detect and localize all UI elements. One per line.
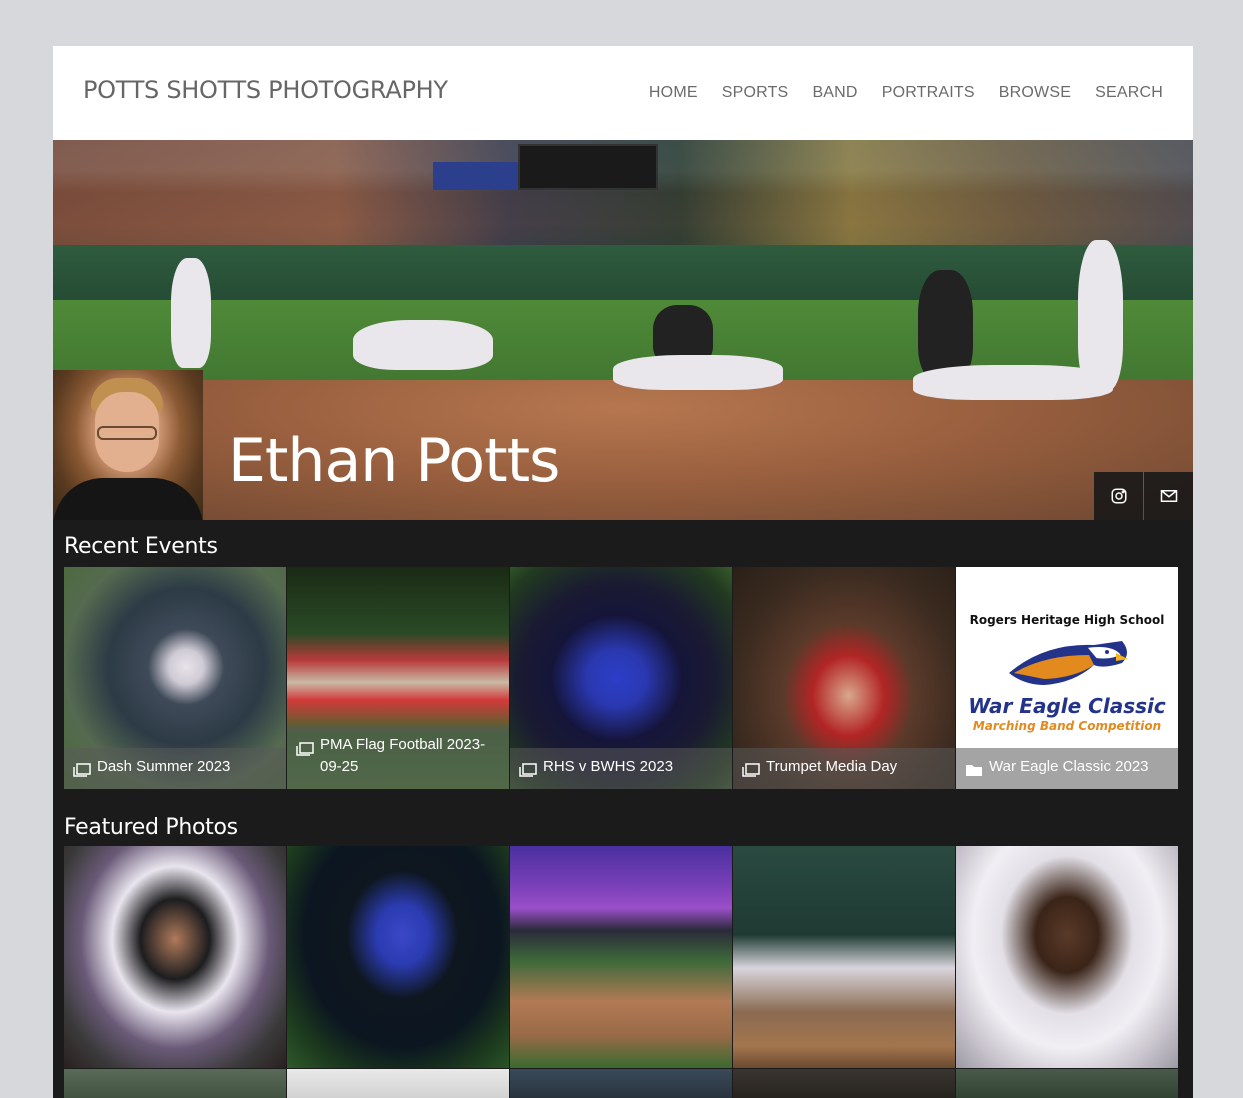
cover-infield-dirt <box>53 380 1193 520</box>
logo-event-subtitle: Marching Band Competition <box>972 719 1162 733</box>
eagle-logo <box>1009 641 1128 685</box>
site-logo[interactable]: POTTS SHOTTS PHOTOGRAPHY <box>83 76 448 104</box>
featured-photo[interactable] <box>64 846 286 1068</box>
cover-player <box>1078 240 1123 390</box>
event-title: Dash Summer 2023 <box>97 758 231 775</box>
featured-photo[interactable] <box>733 1069 955 1098</box>
featured-photo[interactable] <box>64 1069 286 1098</box>
recent-events-grid: Dash Summer 2023 PMA Flag Football 2023-… <box>64 567 1178 789</box>
event-caption: Trumpet Media Day <box>733 748 955 789</box>
event-tile[interactable]: Trumpet Media Day <box>733 567 955 789</box>
email-icon <box>1160 490 1177 502</box>
profile-name: Ethan Potts <box>228 426 560 496</box>
folder-icon <box>966 765 982 776</box>
event-title: War Eagle Classic 2023 <box>989 758 1149 775</box>
cover-scoreboard <box>518 144 658 190</box>
featured-photo[interactable] <box>510 846 732 1068</box>
gallery-icon <box>73 763 91 777</box>
email-button[interactable] <box>1144 472 1193 520</box>
cover-player <box>171 258 211 368</box>
cover-player <box>613 355 783 390</box>
cover-outfield-wall <box>53 245 1193 305</box>
featured-photo[interactable] <box>287 1069 509 1098</box>
featured-photos-heading: Featured Photos <box>64 815 238 840</box>
cover-photo <box>53 140 1193 520</box>
social-links <box>1093 472 1193 520</box>
featured-photo[interactable] <box>956 1069 1178 1098</box>
featured-photo[interactable] <box>956 846 1178 1068</box>
nav-sports[interactable]: SPORTS <box>722 84 789 102</box>
main-nav: HOME SPORTS BAND PORTRAITS BROWSE SEARCH <box>649 84 1163 102</box>
recent-events-heading: Recent Events <box>64 534 218 559</box>
event-caption: RHS v BWHS 2023 <box>510 748 732 789</box>
nav-band[interactable]: BAND <box>812 84 857 102</box>
event-caption: PMA Flag Football 2023-09-25 <box>287 726 509 789</box>
logo-school-name: Rogers Heritage High School <box>969 613 1165 627</box>
featured-photos-grid <box>64 846 1178 1068</box>
event-title: PMA Flag Football 2023-09-25 <box>320 736 486 775</box>
site-container: POTTS SHOTTS PHOTOGRAPHY HOME SPORTS BAN… <box>53 46 1193 1098</box>
nav-portraits[interactable]: PORTRAITS <box>882 84 975 102</box>
gallery-icon <box>742 763 760 777</box>
profile-avatar[interactable] <box>53 370 203 520</box>
instagram-button[interactable] <box>1094 472 1143 520</box>
event-caption: Dash Summer 2023 <box>64 748 286 789</box>
nav-search[interactable]: SEARCH <box>1095 84 1163 102</box>
site-header: POTTS SHOTTS PHOTOGRAPHY HOME SPORTS BAN… <box>53 46 1193 140</box>
featured-photo[interactable] <box>287 846 509 1068</box>
featured-photo[interactable] <box>510 1069 732 1098</box>
cover-player <box>353 320 493 370</box>
event-caption: War Eagle Classic 2023 <box>956 748 1178 789</box>
nav-browse[interactable]: BROWSE <box>999 84 1071 102</box>
event-tile[interactable]: RHS v BWHS 2023 <box>510 567 732 789</box>
event-tile[interactable]: Rogers Heritage High School War Eagle Cl… <box>956 567 1178 789</box>
logo-event-name: War Eagle Classic <box>968 694 1166 718</box>
nav-home[interactable]: HOME <box>649 84 698 102</box>
featured-photo[interactable] <box>733 846 955 1068</box>
instagram-icon <box>1111 488 1126 504</box>
event-title: RHS v BWHS 2023 <box>543 758 674 775</box>
cover-umpire <box>918 270 973 380</box>
gallery-icon <box>296 742 314 756</box>
featured-photos-grid-row-2 <box>64 1069 1178 1098</box>
event-tile[interactable]: Dash Summer 2023 <box>64 567 286 789</box>
gallery-icon <box>519 763 537 777</box>
cover-sign <box>433 162 518 190</box>
event-tile[interactable]: PMA Flag Football 2023-09-25 <box>287 567 509 789</box>
event-title: Trumpet Media Day <box>766 758 898 775</box>
